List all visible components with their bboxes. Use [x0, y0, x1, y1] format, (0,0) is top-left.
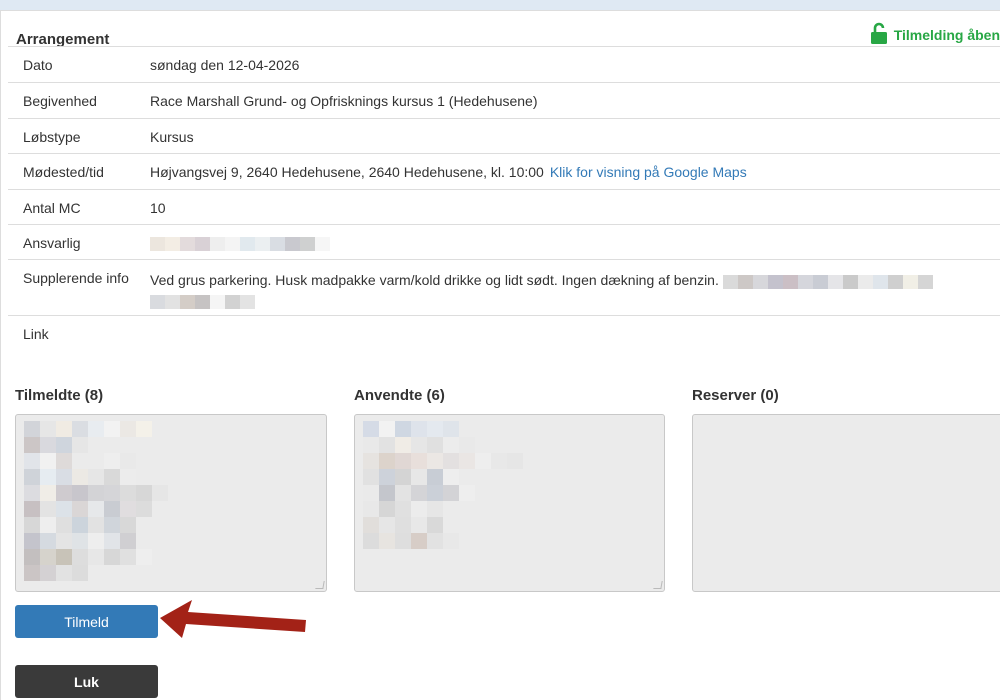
table-row: Ansvarlig	[8, 224, 1000, 260]
registration-status: Tilmelding åben	[870, 22, 1000, 47]
table-row: Løbstype Kursus	[8, 118, 1000, 154]
registered-list[interactable]	[15, 414, 327, 592]
row-label-extra-info: Supplerende info	[23, 270, 129, 286]
google-maps-link[interactable]: Klik for visning på Google Maps	[550, 164, 747, 180]
row-value-link	[150, 316, 992, 326]
registered-heading: Tilmeldte (8)	[15, 387, 104, 404]
row-label-responsible: Ansvarlig	[23, 235, 81, 251]
table-row: Supplerende info Ved grus parkering. Hus…	[8, 259, 1000, 316]
resize-grip-icon[interactable]	[315, 581, 325, 589]
status-label: Tilmelding åben	[893, 26, 1000, 43]
redacted-used-names	[363, 421, 656, 549]
row-value-event: Race Marshall Grund- og Opfrisknings kur…	[150, 93, 538, 109]
redacted-responsible	[150, 225, 992, 252]
unlock-icon	[870, 22, 888, 47]
table-row: Link	[8, 315, 1000, 352]
reserves-heading: Reserver (0)	[692, 387, 779, 404]
row-value-meeting: Højvangsvej 9, 2640 Hedehusene, 2640 Hed…	[150, 164, 544, 180]
row-value-extra-info: Ved grus parkering. Husk madpakke varm/k…	[150, 272, 719, 288]
register-button[interactable]: Tilmeld	[15, 605, 158, 638]
used-list[interactable]	[354, 414, 665, 592]
row-value-type: Kursus	[150, 129, 194, 145]
reserves-list[interactable]	[692, 414, 1000, 592]
close-button[interactable]: Luk	[15, 665, 158, 698]
arrow-annotation-icon	[160, 600, 306, 638]
resize-grip-icon[interactable]	[653, 581, 663, 589]
table-row: Dato søndag den 12-04-2026	[8, 46, 1000, 83]
row-label-mc-count: Antal MC	[23, 200, 81, 216]
row-label-date: Dato	[23, 57, 53, 73]
event-info-table: Dato søndag den 12-04-2026 Begivenhed Ra…	[8, 46, 1000, 352]
row-label-meeting: Mødested/tid	[23, 164, 104, 180]
row-label-type: Løbstype	[23, 129, 81, 145]
table-row: Begivenhed Race Marshall Grund- og Opfri…	[8, 82, 1000, 119]
row-value-mc-count: 10	[150, 200, 166, 216]
redacted-extra-info	[722, 274, 933, 290]
row-value-date: søndag den 12-04-2026	[150, 57, 300, 73]
row-label-link: Link	[23, 326, 49, 342]
redacted-extra-info-line2	[150, 294, 255, 310]
redacted-registered-names	[24, 421, 318, 581]
table-row: Antal MC 10	[8, 189, 1000, 225]
table-row: Mødested/tid Højvangsvej 9, 2640 Hedehus…	[8, 153, 1000, 190]
row-label-event: Begivenhed	[23, 93, 97, 109]
used-heading: Anvendte (6)	[354, 387, 445, 404]
